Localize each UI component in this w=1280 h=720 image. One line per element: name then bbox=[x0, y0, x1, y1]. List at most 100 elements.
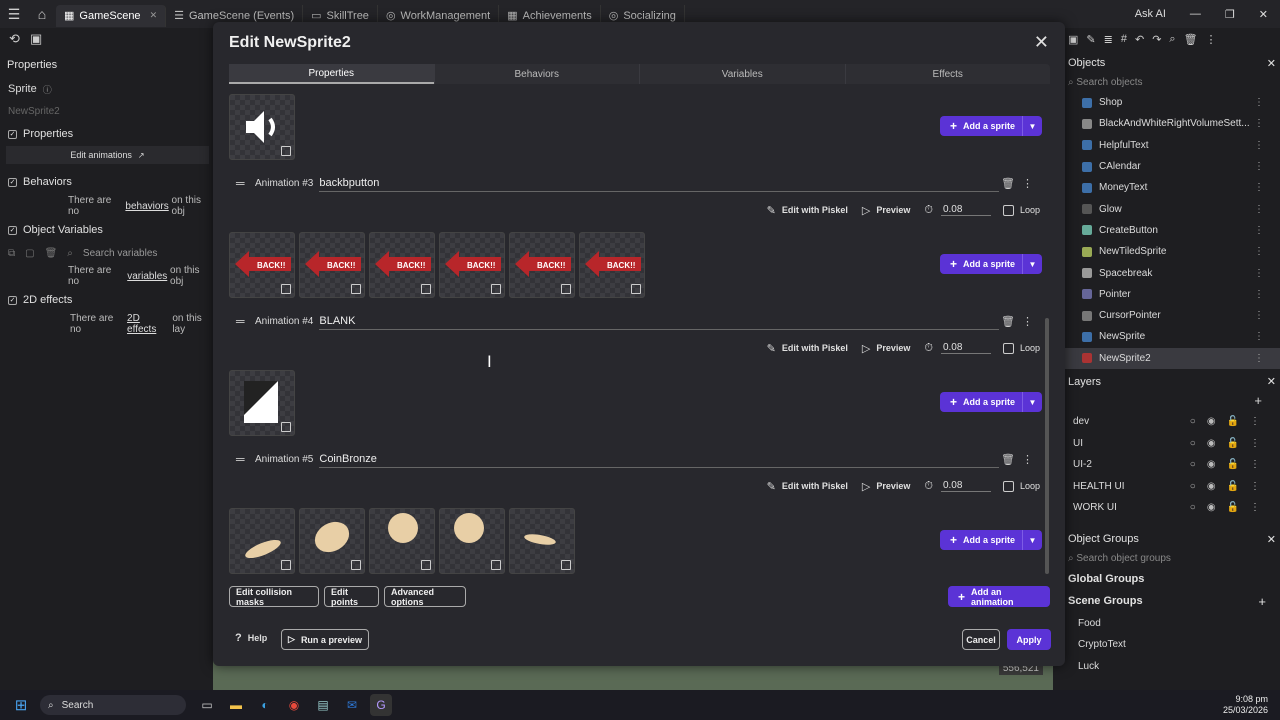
sprite-frame[interactable] bbox=[229, 94, 295, 160]
more-icon[interactable]: ⋮ bbox=[1254, 140, 1264, 151]
animation-name-input[interactable]: BLANK bbox=[319, 312, 1000, 330]
edit-with-piskel-button[interactable]: Edit with Piskel bbox=[782, 343, 848, 353]
add-layer-icon[interactable]: + bbox=[1254, 393, 1262, 408]
object-list-item[interactable]: Pointer ⋮ bbox=[1064, 284, 1280, 305]
more-icon[interactable]: ⋮ bbox=[1254, 161, 1264, 172]
delete-icon[interactable]: 🗑 bbox=[1001, 315, 1015, 328]
drag-handle-icon[interactable]: ═ bbox=[236, 177, 246, 189]
chevron-down-icon[interactable]: ▼ bbox=[1022, 392, 1042, 412]
frame-checkbox[interactable] bbox=[491, 284, 501, 294]
close-icon[interactable]: ✕ bbox=[1267, 57, 1276, 70]
frame-checkbox[interactable] bbox=[351, 560, 361, 570]
object-variables-section[interactable]: ✓ Object Variables bbox=[0, 218, 215, 242]
scene-groups-header[interactable]: Scene Groups + bbox=[1064, 590, 1280, 612]
add-sprite-button[interactable]: + Add a sprite ▼ bbox=[940, 392, 1042, 412]
frame-checkbox[interactable] bbox=[281, 146, 291, 156]
tab-properties[interactable]: Properties bbox=[229, 64, 434, 84]
chrome-icon[interactable]: ◉ bbox=[283, 694, 305, 716]
more-icon[interactable]: ⋮ bbox=[1022, 315, 1033, 328]
search-variables-input[interactable]: Search variables bbox=[83, 248, 157, 259]
visibility-icon[interactable]: ◉ bbox=[1207, 459, 1216, 470]
lock-icon[interactable]: 🔓 bbox=[1227, 459, 1239, 470]
chevron-down-icon[interactable]: ▼ bbox=[1022, 254, 1042, 274]
object-list-item[interactable]: NewSprite2 ⋮ bbox=[1064, 347, 1280, 369]
sprite-frame[interactable]: BACK!! bbox=[439, 232, 505, 298]
windows-start-icon[interactable]: ⊞ bbox=[10, 694, 32, 716]
close-window-icon[interactable]: ✕ bbox=[1247, 8, 1280, 21]
edit-collision-masks-button[interactable]: Edit collision masks bbox=[229, 586, 319, 607]
more-icon[interactable]: ⋮ bbox=[1254, 310, 1264, 321]
add-animation-button[interactable]: + Add an animation bbox=[948, 586, 1050, 607]
collapse-icon[interactable]: ✓ bbox=[8, 295, 17, 305]
lock-icon[interactable]: 🔓 bbox=[1227, 502, 1239, 513]
object-list-item[interactable]: NewSprite ⋮ bbox=[1064, 326, 1280, 347]
variables-link[interactable]: variables bbox=[127, 271, 167, 282]
layer-item[interactable]: UI ○ ◉ 🔓 ⋮ bbox=[1064, 432, 1280, 454]
add-sprite-button[interactable]: + Add a sprite ▼ bbox=[940, 530, 1042, 550]
frame-checkbox[interactable] bbox=[491, 560, 501, 570]
group-item[interactable]: Food bbox=[1064, 612, 1280, 634]
minimize-icon[interactable]: — bbox=[1178, 8, 1213, 20]
copy-icon[interactable]: ⧉ bbox=[8, 248, 15, 259]
more-icon[interactable]: ⋮ bbox=[1022, 177, 1033, 190]
frame-checkbox[interactable] bbox=[281, 422, 291, 432]
tab-behaviors[interactable]: Behaviors bbox=[433, 64, 640, 84]
behaviors-section[interactable]: ✓ Behaviors bbox=[0, 170, 215, 194]
group-item[interactable]: Luck bbox=[1064, 655, 1280, 677]
lighting-icon[interactable]: ○ bbox=[1190, 416, 1196, 427]
frame-checkbox[interactable] bbox=[631, 284, 641, 294]
search-objects-input[interactable]: ⌕ Search objects bbox=[1064, 72, 1280, 92]
sprite-frame[interactable]: BACK!! bbox=[579, 232, 645, 298]
more-icon[interactable]: ⋮ bbox=[1254, 331, 1264, 342]
close-icon[interactable]: ✕ bbox=[1034, 32, 1049, 53]
menu-icon[interactable]: ☰ bbox=[0, 0, 28, 28]
close-icon[interactable]: ✕ bbox=[150, 10, 158, 21]
help-button[interactable]: ? Help bbox=[235, 632, 267, 644]
sprite-frame[interactable] bbox=[229, 370, 295, 436]
layer-item[interactable]: dev ○ ◉ 🔓 ⋮ bbox=[1064, 411, 1280, 433]
sprite-frame[interactable] bbox=[299, 508, 365, 574]
tab-gamescene[interactable]: ▦ GameScene ✕ bbox=[56, 4, 167, 27]
more-icon[interactable]: ⋮ bbox=[1250, 438, 1260, 449]
global-groups-header[interactable]: Global Groups bbox=[1064, 568, 1280, 590]
sprite-frame[interactable] bbox=[369, 508, 435, 574]
image-icon[interactable]: ▣ bbox=[30, 31, 42, 47]
cancel-button[interactable]: Cancel bbox=[962, 629, 1000, 650]
preview-button[interactable]: Preview bbox=[876, 343, 910, 353]
object-list-item[interactable]: NewTiledSprite ⋮ bbox=[1064, 241, 1280, 262]
visibility-icon[interactable]: ◉ bbox=[1207, 416, 1216, 427]
sprite-frame[interactable] bbox=[229, 508, 295, 574]
visibility-icon[interactable]: ◉ bbox=[1207, 481, 1216, 492]
layer-item[interactable]: WORK UI ○ ◉ 🔓 ⋮ bbox=[1064, 497, 1280, 519]
more-icon[interactable]: ⋮ bbox=[1206, 33, 1217, 47]
more-icon[interactable]: ⋮ bbox=[1254, 182, 1264, 193]
sprite-frame[interactable] bbox=[509, 508, 575, 574]
lighting-icon[interactable]: ○ bbox=[1190, 459, 1196, 470]
close-icon[interactable]: ✕ bbox=[1267, 375, 1276, 388]
edit-points-button[interactable]: Edit points bbox=[324, 586, 379, 607]
gdevelop-icon[interactable]: G bbox=[370, 694, 392, 716]
animation-name-input[interactable]: backbputton bbox=[319, 174, 1000, 192]
close-icon[interactable]: ✕ bbox=[1267, 533, 1276, 546]
lighting-icon[interactable]: ○ bbox=[1190, 481, 1196, 492]
object-list-item[interactable]: Glow ⋮ bbox=[1064, 198, 1280, 219]
paste-icon[interactable]: ▢ bbox=[25, 248, 34, 259]
loop-checkbox[interactable] bbox=[1002, 480, 1014, 492]
lock-icon[interactable]: 🔓 bbox=[1227, 416, 1239, 427]
behaviors-link[interactable]: behaviors bbox=[125, 201, 168, 212]
delete-icon[interactable]: 🗑 bbox=[1001, 177, 1015, 190]
sprite-frame[interactable] bbox=[439, 508, 505, 574]
more-icon[interactable]: ⋮ bbox=[1250, 416, 1260, 427]
lighting-icon[interactable]: ○ bbox=[1190, 502, 1196, 513]
delete-icon[interactable]: 🗑 bbox=[1184, 33, 1198, 47]
layer-item[interactable]: UI-2 ○ ◉ 🔓 ⋮ bbox=[1064, 454, 1280, 476]
help-icon[interactable]: ⓘ bbox=[43, 83, 52, 96]
fps-input[interactable]: 0.08 bbox=[940, 204, 991, 216]
outlook-icon[interactable]: ✉ bbox=[341, 694, 363, 716]
drag-handle-icon[interactable]: ═ bbox=[236, 453, 246, 465]
more-icon[interactable]: ⋮ bbox=[1254, 118, 1264, 129]
visibility-icon[interactable]: ◉ bbox=[1207, 502, 1216, 513]
sprite-frame[interactable]: BACK!! bbox=[299, 232, 365, 298]
taskbar-search[interactable]: ⌕ Search bbox=[40, 695, 186, 715]
object-name-field[interactable]: NewSprite2 bbox=[0, 100, 215, 122]
